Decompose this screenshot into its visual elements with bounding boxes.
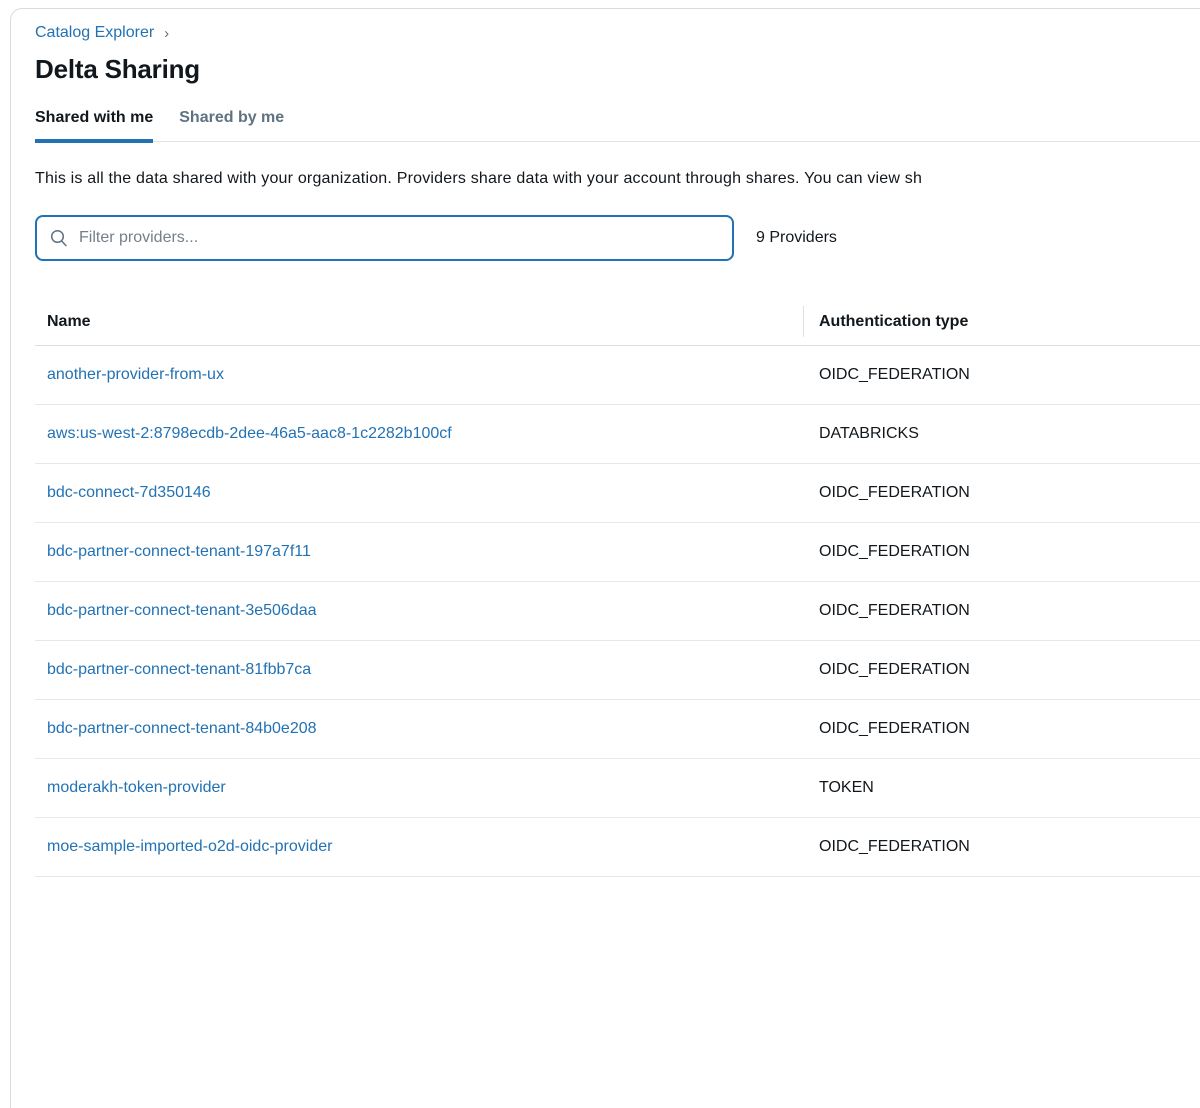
delta-sharing-page: { "breadcrumb": { "items": [ { "label": … [0, 0, 1200, 974]
chevron-right-icon: › [164, 25, 169, 42]
content-panel: Catalog Explorer › Delta Sharing Shared … [10, 8, 1200, 1108]
auth-type-cell: TOKEN [803, 779, 874, 797]
page-description: This is all the data shared with your or… [35, 170, 1200, 188]
column-divider [803, 306, 804, 337]
filter-providers-field[interactable] [79, 229, 720, 247]
column-header-authentication-type[interactable]: Authentication type [803, 313, 968, 331]
provider-name-cell: bdc-partner-connect-tenant-81fbb7ca [35, 661, 803, 679]
providers-table: Name Authentication type another-provide… [35, 298, 1200, 877]
auth-type-cell: OIDC_FEDERATION [803, 720, 970, 738]
provider-link[interactable]: bdc-partner-connect-tenant-3e506daa [47, 602, 317, 619]
table-row: moderakh-token-provider TOKEN [35, 759, 1200, 818]
breadcrumb: Catalog Explorer › [35, 24, 1200, 42]
providers-count: 9 Providers [756, 229, 837, 247]
provider-name-cell: aws:us-west-2:8798ecdb-2dee-46a5-aac8-1c… [35, 425, 803, 443]
filter-row: 9 Providers [35, 215, 1200, 261]
provider-link[interactable]: bdc-partner-connect-tenant-84b0e208 [47, 720, 317, 737]
auth-type-cell: OIDC_FEDERATION [803, 602, 970, 620]
tab-shared-with-me[interactable]: Shared with me [35, 109, 153, 141]
auth-type-cell: OIDC_FEDERATION [803, 838, 970, 856]
provider-name-cell: bdc-connect-7d350146 [35, 484, 803, 502]
provider-link[interactable]: bdc-partner-connect-tenant-197a7f11 [47, 543, 311, 560]
breadcrumb-link-catalog-explorer[interactable]: Catalog Explorer [35, 24, 154, 42]
provider-link[interactable]: aws:us-west-2:8798ecdb-2dee-46a5-aac8-1c… [47, 425, 452, 442]
provider-name-cell: moderakh-token-provider [35, 779, 803, 797]
tab-shared-by-me[interactable]: Shared by me [179, 109, 284, 141]
auth-type-cell: OIDC_FEDERATION [803, 543, 970, 561]
auth-type-cell: DATABRICKS [803, 425, 919, 443]
table-row: another-provider-from-ux OIDC_FEDERATION [35, 346, 1200, 405]
provider-name-cell: bdc-partner-connect-tenant-197a7f11 [35, 543, 803, 561]
tab-bar: Shared with me Shared by me [35, 109, 1200, 142]
table-row: bdc-connect-7d350146 OIDC_FEDERATION [35, 464, 1200, 523]
auth-type-cell: OIDC_FEDERATION [803, 366, 970, 384]
column-header-name[interactable]: Name [35, 313, 803, 331]
table-row: moe-sample-imported-o2d-oidc-provider OID… [35, 818, 1200, 877]
table-row: bdc-partner-connect-tenant-81fbb7ca OIDC_… [35, 641, 1200, 700]
provider-link[interactable]: moderakh-token-provider [47, 779, 226, 796]
table-row: bdc-partner-connect-tenant-3e506daa OIDC_… [35, 582, 1200, 641]
content-area: Catalog Explorer › Delta Sharing Shared … [11, 9, 1200, 877]
provider-link[interactable]: another-provider-from-ux [47, 366, 224, 383]
search-icon [49, 228, 69, 248]
provider-name-cell: moe-sample-imported-o2d-oidc-provider [35, 838, 803, 856]
auth-type-cell: OIDC_FEDERATION [803, 484, 970, 502]
table-row: bdc-partner-connect-tenant-84b0e208 OIDC_… [35, 700, 1200, 759]
provider-link[interactable]: bdc-connect-7d350146 [47, 484, 211, 501]
provider-name-cell: another-provider-from-ux [35, 366, 803, 384]
provider-link[interactable]: bdc-partner-connect-tenant-81fbb7ca [47, 661, 311, 678]
provider-link[interactable]: moe-sample-imported-o2d-oidc-provider [47, 838, 332, 855]
provider-name-cell: bdc-partner-connect-tenant-3e506daa [35, 602, 803, 620]
table-row: aws:us-west-2:8798ecdb-2dee-46a5-aac8-1c… [35, 405, 1200, 464]
table-row: bdc-partner-connect-tenant-197a7f11 OIDC_… [35, 523, 1200, 582]
filter-providers-input[interactable] [35, 215, 734, 261]
provider-name-cell: bdc-partner-connect-tenant-84b0e208 [35, 720, 803, 738]
page-title: Delta Sharing [35, 54, 1200, 85]
table-body: another-provider-from-uxOIDC_FEDERATIONa… [35, 346, 1200, 877]
auth-type-cell: OIDC_FEDERATION [803, 661, 970, 679]
table-header-row: Name Authentication type [35, 298, 1200, 346]
